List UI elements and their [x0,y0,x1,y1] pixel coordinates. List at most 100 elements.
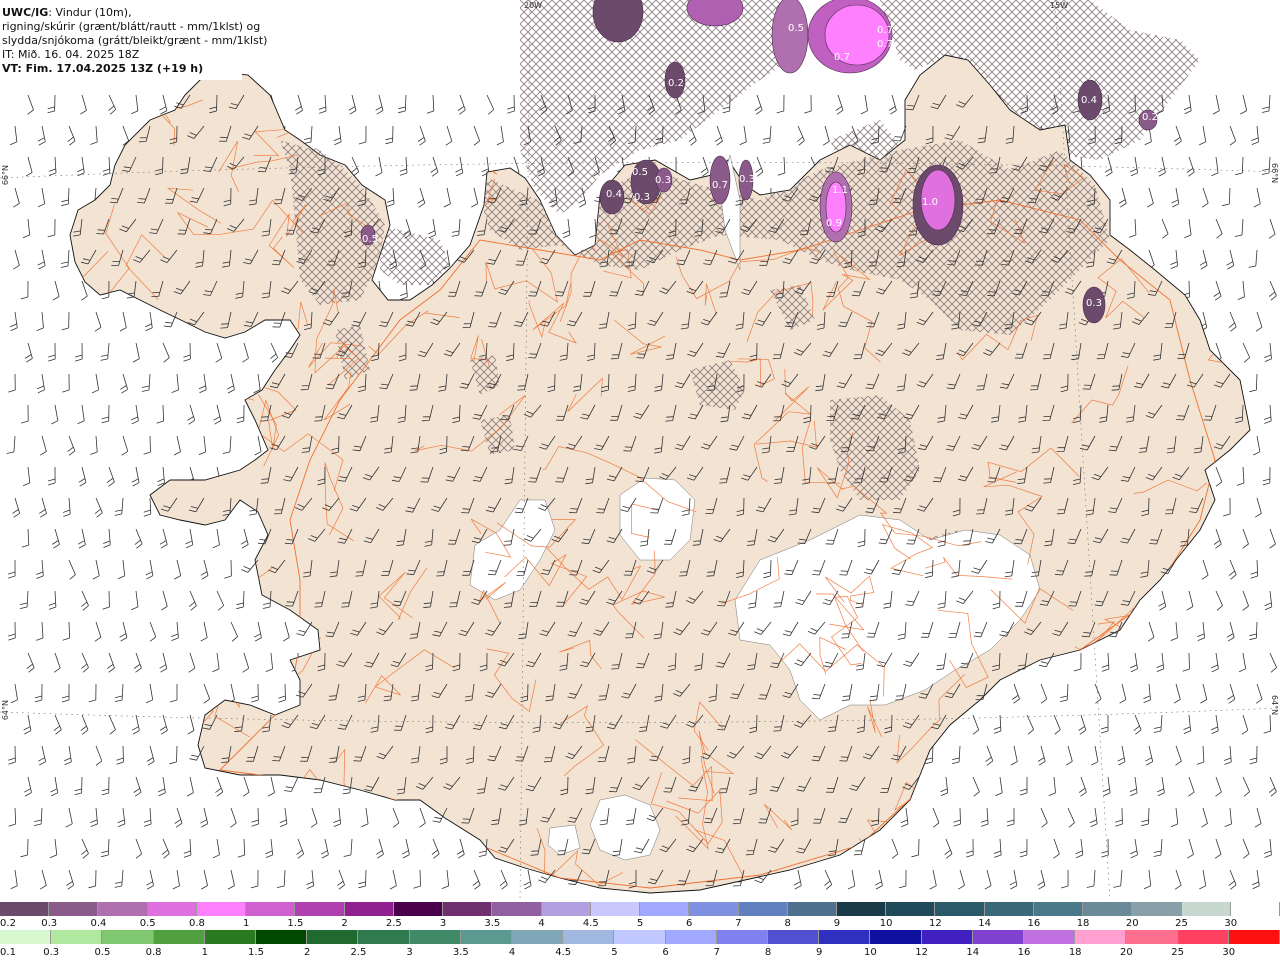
snow-value-label: 0.7 [877,39,893,50]
legend-swatch [358,930,410,944]
legend-label: 20 [1120,947,1133,958]
snow-value-label: 0.2 [1142,112,1158,123]
legend-label: 4.5 [582,918,599,929]
legend-label: 4 [508,947,516,958]
snow-value-label: 0.5 [632,167,648,178]
legend-label: 2.5 [350,947,367,958]
legend-swatch [443,902,493,916]
legend-swatch [1033,902,1084,916]
legend-label: 12 [929,918,942,929]
legend-label: 7 [735,918,742,929]
legend-label: 5 [636,918,644,929]
legend-rain-labels: 0.1 0.3 0.5 0.8 1 1.5 2 2.5 3 3.5 4 4.5 5 6 7 8 9 10 12 14 1… [0,946,1280,960]
legend-swatch [246,902,296,916]
legend-label: 0.8 [145,947,162,958]
map-header: UWC/IG: Vindur (10m), rigning/skúrir (gr… [0,0,268,80]
snow-value-label: 0.3 [655,175,671,186]
valid-time: VT: Fim. 17.04.2025 13Z (+19 h) [2,62,204,75]
legend-label: 3.5 [452,947,469,958]
legend-swatch [886,902,936,916]
legend-swatch [409,930,461,944]
snow-value-label: 0.4 [1081,95,1097,106]
legend-swatch [460,930,513,944]
legend-label: 0.5 [94,947,111,958]
legend-label: 20 [1125,918,1139,929]
legend-label: 5 [611,947,618,958]
legend-swatch [870,930,922,944]
legend-snow: 0.2 0.3 0.4 0.5 0.8 1 1.5 2 2.5 3 3.5 4 4.5 5 6 7 8 9 10 12… [0,902,1280,932]
legend-swatch [0,930,52,944]
legend-label: 0.2 [0,918,16,929]
legend-label: 8 [764,947,772,958]
legend-label: 14 [978,918,991,929]
legend-swatch [204,930,257,944]
legend-swatch [1177,930,1229,944]
legend-swatch [393,902,444,916]
legend-swatch [614,930,666,944]
legend-swatch [1083,902,1133,916]
legend-swatch [98,902,148,916]
legend-label: 3.5 [484,918,501,929]
legend-label: 16 [1017,947,1031,958]
map-canvas: 0.5 0.7 0.7 0.7 0.2 0.4 0.2 0.5 0.4 0.3 0.3 0.7 0.3 1… [0,0,1280,901]
legend-swatch [1181,902,1231,916]
legend-swatch [344,902,394,916]
legend-swatch [665,930,717,944]
legend-swatch [738,902,788,916]
forecast-map: 0.5 0.7 0.7 0.7 0.2 0.4 0.2 0.5 0.4 0.3 0.3 0.7 0.3 1… [0,0,1280,901]
legend-swatch [590,902,641,916]
legend-label: 4.5 [555,947,572,958]
legend-swatch [0,902,50,916]
legend-label: 0.5 [139,918,156,929]
snow-value-label: 0.5 [788,23,804,34]
legend-swatch [563,930,615,944]
lat-64-right: 64°N [1270,695,1279,716]
legend-label: 6 [686,918,693,929]
legend-swatch [935,902,985,916]
legend-snow-swatches [0,902,1280,916]
header-line-2: rigning/skúrir (grænt/blátt/rautt - mm/1… [2,20,261,33]
lat-66-right: 66°N [1270,163,1279,184]
legend-label: 8 [784,918,791,929]
legend-swatch [147,902,197,916]
legend-label: 1 [201,947,208,958]
snow-value-label: 0.7 [712,180,728,191]
legend-label: 10 [864,947,877,958]
snow-value-label: 1.1 [832,185,848,196]
legend-label: 18 [1076,918,1090,929]
legend-swatch [689,902,739,916]
legend-label: 3 [439,918,447,929]
legend-label: 9 [833,918,841,929]
legend-label: 30 [1224,918,1238,929]
legend-label: 0.3 [41,918,58,929]
legend-swatch [716,930,769,944]
snow-value-label: 1.0 [922,197,938,208]
legend-label: 12 [915,947,928,958]
legend-swatch [640,902,690,916]
snow-value-label: 0.5 [362,234,378,245]
legend-swatch [512,930,564,944]
legend-swatch [102,930,154,944]
legend-label: 16 [1027,918,1041,929]
legend-label: 6 [662,947,669,958]
legend-swatch [256,930,308,944]
legend-label: 30 [1222,947,1236,958]
legend-swatch [1228,930,1280,944]
header-line-3: slydda/snjókoma (grátt/bleikt/grænt - mm… [2,34,268,47]
snow-value-label: 0.9 [826,218,842,229]
legend-label: 0.1 [0,947,16,958]
legend-label: 4 [538,918,545,929]
legend-label: 0.3 [43,947,60,958]
model-name: UWC/IG [2,6,49,19]
legend-label: 2.5 [385,918,402,929]
legend-label: 14 [966,947,980,958]
legend-swatch [49,902,99,916]
legend-label: 25 [1171,947,1184,958]
legend-swatch [1075,930,1127,944]
legend-swatch [1126,930,1178,944]
legend-swatch [51,930,103,944]
legend-label: 7 [713,947,720,958]
snow-value-label: 0.4 [606,189,622,200]
legend-label: 18 [1068,947,1082,958]
legend-label: 0.8 [188,918,205,929]
